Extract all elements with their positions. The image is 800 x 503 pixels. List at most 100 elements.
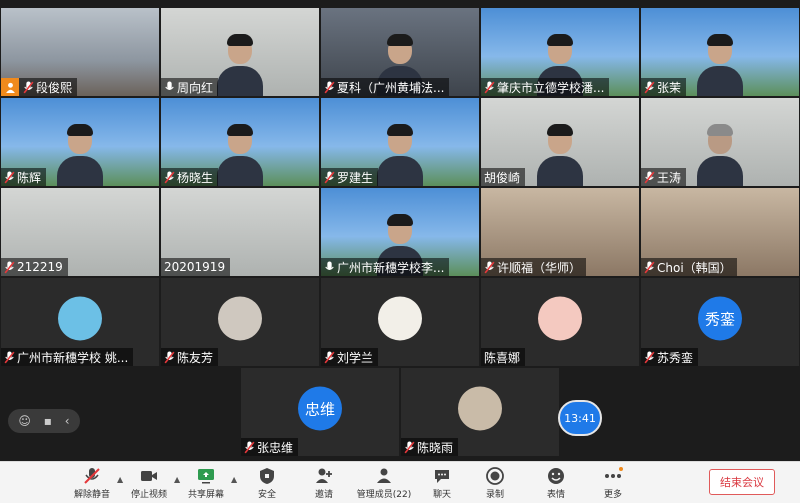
- mic-muted-icon: [644, 81, 655, 93]
- participant-name: 罗建生: [337, 170, 374, 185]
- stop-video-label: 停止视频: [130, 490, 167, 500]
- record-button[interactable]: 录制: [467, 462, 523, 503]
- participant-name: 陈友芳: [177, 350, 214, 365]
- end-meeting-button[interactable]: 结束会议: [709, 469, 775, 495]
- participant-label: 夏科（广州黄埔法...: [321, 78, 450, 96]
- security-button[interactable]: 安全: [239, 462, 295, 503]
- stop-video-button[interactable]: 停止视频: [121, 462, 177, 503]
- video-tile[interactable]: 212219: [1, 188, 159, 276]
- video-tile[interactable]: 罗建生: [321, 98, 479, 186]
- emoji-icon: [548, 468, 564, 484]
- video-tile[interactable]: 秀銮 苏秀銮: [641, 278, 799, 366]
- participant-name: 苏秀銮: [657, 350, 694, 365]
- bottom-toolbar: 解除静音 ▲ 停止视频 ▲ 共享屏幕 ▲ 安全 邀请 管理成员(22) 聊天 录…: [0, 461, 800, 503]
- participant-name: 夏科（广州黄埔法...: [337, 80, 445, 95]
- more-label: 更多: [603, 490, 622, 500]
- mic-muted-icon: [4, 171, 15, 183]
- reactions-button[interactable]: 表情: [528, 462, 584, 503]
- participant-label: 212219: [1, 258, 68, 276]
- avatar: [218, 296, 262, 341]
- mic-muted-icon: [644, 171, 655, 183]
- video-tile[interactable]: 陈晓雨: [401, 368, 559, 456]
- participant-name: 肇庆市立德学校潘...: [497, 80, 605, 95]
- participant-video-figure: [57, 124, 103, 186]
- participant-name: 张忠维: [257, 440, 294, 455]
- participant-name: 20201919: [164, 260, 226, 274]
- mic-muted-icon: [404, 441, 415, 453]
- video-tile[interactable]: 刘学兰: [321, 278, 479, 366]
- avatar: [58, 296, 102, 341]
- participant-label: 陈晓雨: [401, 438, 459, 456]
- video-tile[interactable]: Choi（韩国）: [641, 188, 799, 276]
- chevron-up-icon[interactable]: ▲: [231, 475, 237, 484]
- participant-label: 张茉: [641, 78, 687, 96]
- unmute-button[interactable]: 解除静音: [64, 462, 120, 503]
- manage-members-button[interactable]: 管理成员(22): [354, 462, 414, 503]
- mic-muted-icon: [484, 81, 495, 93]
- video-tile[interactable]: 夏科（广州黄埔法...: [321, 8, 479, 96]
- invite-label: 邀请: [314, 490, 333, 500]
- add-user-icon: [316, 468, 332, 483]
- participant-label: 20201919: [161, 258, 231, 276]
- video-tile[interactable]: 陈辉: [1, 98, 159, 186]
- participant-name: 陈喜娜: [484, 350, 521, 365]
- participant-label: 罗建生: [321, 168, 379, 186]
- record-icon: [486, 467, 504, 485]
- video-tile[interactable]: 周向红: [161, 8, 319, 96]
- mic-muted-icon: [84, 468, 100, 484]
- participant-video-figure: [697, 124, 743, 186]
- video-tile[interactable]: 胡俊崎: [481, 98, 639, 186]
- floating-controls[interactable]: ☺ ▪ ‹: [8, 409, 80, 433]
- more-icon: [605, 467, 623, 478]
- shield-icon: [260, 468, 274, 484]
- video-tile[interactable]: 段俊熙: [1, 8, 159, 96]
- mic-muted-icon: [4, 261, 15, 273]
- participant-name: 许顺福（华师）: [497, 260, 582, 275]
- participant-name: 刘学兰: [337, 350, 374, 365]
- mic-muted-icon: [23, 81, 34, 93]
- participant-label: 广州市新穗学校 姚...: [1, 348, 134, 366]
- participant-label: 杨晓生: [161, 168, 219, 186]
- participant-label: 刘学兰: [321, 348, 379, 366]
- meeting-clock[interactable]: 13:41: [558, 400, 602, 436]
- video-tile[interactable]: 张茉: [641, 8, 799, 96]
- video-tile[interactable]: 王涛: [641, 98, 799, 186]
- share-screen-label: 共享屏幕: [187, 490, 224, 500]
- participant-label: 周向红: [161, 78, 219, 96]
- more-button[interactable]: 更多: [585, 462, 641, 503]
- participant-label: 陈辉: [1, 168, 47, 186]
- video-tile[interactable]: 20201919: [161, 188, 319, 276]
- avatar: 秀銮: [698, 296, 742, 341]
- participant-video-figure: [217, 124, 263, 186]
- emoji-icon[interactable]: ☺: [18, 414, 31, 428]
- mic-muted-icon: [244, 441, 255, 453]
- participant-name: 陈晓雨: [417, 440, 454, 455]
- video-tile[interactable]: 广州市新穗学校 姚...: [1, 278, 159, 366]
- video-tile[interactable]: 陈喜娜: [481, 278, 639, 366]
- collapse-icon[interactable]: ‹: [65, 414, 70, 428]
- participant-name: 胡俊崎: [484, 170, 521, 185]
- video-tile[interactable]: 陈友芳: [161, 278, 319, 366]
- video-tile[interactable]: 广州市新穗学校李...: [321, 188, 479, 276]
- video-tile[interactable]: 肇庆市立德学校潘...: [481, 8, 639, 96]
- mic-muted-icon: [324, 81, 335, 93]
- invite-button[interactable]: 邀请: [296, 462, 352, 503]
- mic-muted-icon: [644, 261, 655, 273]
- video-tile[interactable]: 许顺福（华师）: [481, 188, 639, 276]
- security-label: 安全: [257, 490, 276, 500]
- participant-label: 广州市新穗学校李...: [321, 258, 450, 276]
- participant-name: 杨晓生: [177, 170, 214, 185]
- mic-muted-icon: [4, 351, 15, 363]
- video-tile[interactable]: 杨晓生: [161, 98, 319, 186]
- participant-label: 胡俊崎: [481, 168, 526, 186]
- mic-muted-icon: [164, 171, 175, 183]
- video-tile[interactable]: 忠维 张忠维: [241, 368, 399, 456]
- chat-label: 聊天: [432, 490, 451, 500]
- mic-muted-icon: [324, 171, 335, 183]
- share-screen-button[interactable]: 共享屏幕: [178, 462, 234, 503]
- participant-video-figure: [537, 124, 583, 186]
- chat-bubble-icon[interactable]: ▪: [44, 414, 52, 428]
- chat-button[interactable]: 聊天: [414, 462, 470, 503]
- mic-muted-icon: [644, 351, 655, 363]
- mic-muted-icon: [164, 351, 175, 363]
